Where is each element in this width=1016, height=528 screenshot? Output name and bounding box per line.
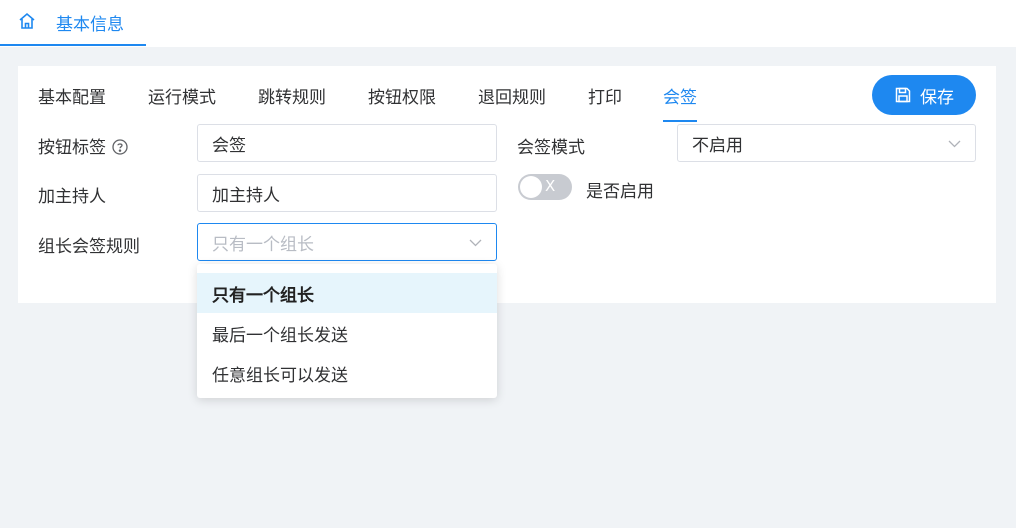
save-button-label: 保存: [920, 87, 954, 108]
button-label-field-label: 按钮标签: [38, 133, 128, 158]
dropdown-option-any-leader-sends[interactable]: 任意组长可以发送: [197, 353, 497, 393]
top-tab-bar: 基本信息: [0, 0, 1016, 47]
tab-countersign[interactable]: 会签: [663, 83, 697, 123]
add-host-label: 加主持人: [38, 187, 106, 207]
button-label-value: 会签: [212, 135, 246, 156]
countersign-mode-label: 会签模式: [517, 138, 585, 158]
chevron-down-icon: [469, 239, 482, 247]
tab-jump-rules[interactable]: 跳转规则: [258, 83, 326, 123]
add-host-input[interactable]: 加主持人: [197, 174, 497, 212]
button-label-input[interactable]: 会签: [197, 124, 497, 162]
tab-print[interactable]: 打印: [588, 83, 622, 123]
save-button[interactable]: 保存: [872, 75, 976, 115]
leader-rule-label: 组长会签规则: [38, 237, 140, 257]
home-icon: [19, 12, 35, 29]
tab-return-rules[interactable]: 退回规则: [478, 83, 546, 123]
dropdown-option-only-one-leader[interactable]: 只有一个组长: [197, 273, 497, 313]
enable-toggle-label: 是否启用: [586, 182, 654, 202]
tab-button-permissions[interactable]: 按钮权限: [368, 83, 436, 123]
button-label-text: 按钮标签: [38, 138, 106, 158]
save-icon: [895, 87, 911, 103]
tab-basic-config[interactable]: 基本配置: [38, 83, 106, 123]
chevron-down-icon: [948, 140, 961, 148]
leader-rule-select[interactable]: 只有一个组长: [197, 223, 497, 261]
settings-card: 基本配置 运行模式 跳转规则 按钮权限 退回规则 打印 会签 保存 按钮标签 会…: [18, 66, 996, 303]
add-host-value: 加主持人: [212, 185, 280, 206]
countersign-mode-select[interactable]: 不启用: [677, 124, 976, 162]
tab-basic-info[interactable]: 基本信息: [0, 0, 146, 46]
leader-rule-placeholder: 只有一个组长: [212, 234, 314, 255]
toggle-off-glyph: X: [545, 177, 556, 195]
tab-run-mode[interactable]: 运行模式: [148, 83, 216, 123]
tab-basic-info-label: 基本信息: [56, 15, 124, 35]
enable-toggle[interactable]: X: [518, 174, 572, 200]
question-circle-icon[interactable]: [112, 139, 128, 155]
leader-rule-dropdown: 只有一个组长 最后一个组长发送 任意组长可以发送: [197, 264, 497, 398]
toggle-knob: [520, 176, 542, 198]
dropdown-option-last-leader-sends[interactable]: 最后一个组长发送: [197, 313, 497, 353]
countersign-mode-value: 不启用: [692, 135, 743, 156]
